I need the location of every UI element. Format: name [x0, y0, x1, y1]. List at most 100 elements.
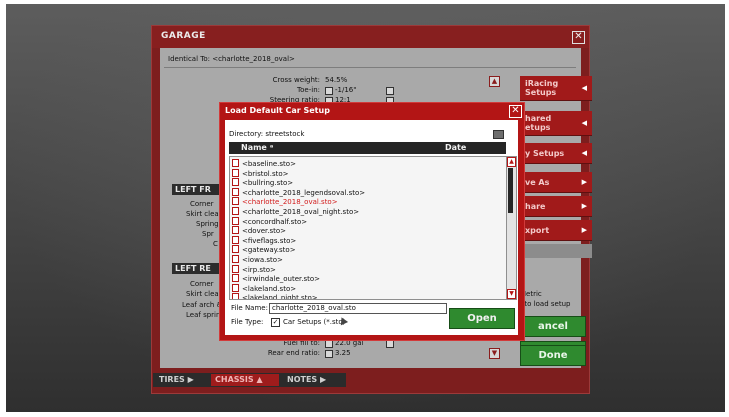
- shared-setups-button[interactable]: hared etups ◀: [520, 111, 592, 136]
- scroll-up-button[interactable]: ▲: [507, 157, 516, 167]
- file-list[interactable]: <baseline.sto> <bristol.sto> <bullring.sto…: [229, 156, 508, 300]
- lf-label-corner: Corner: [190, 200, 214, 208]
- export-button[interactable]: xport ▶: [520, 220, 592, 241]
- column-date-header[interactable]: Date: [445, 143, 466, 152]
- file-icon: [232, 168, 239, 177]
- setting-row-cross-weight: Cross weight: 54.5%: [160, 76, 420, 86]
- tab-chassis[interactable]: CHASSIS ▲: [211, 374, 279, 386]
- decrement-button[interactable]: [325, 87, 333, 95]
- arrow-right-icon: ▶: [581, 178, 587, 186]
- file-type-dropdown-icon[interactable]: ✓: [271, 318, 280, 327]
- file-list-item[interactable]: <bristol.sto>: [232, 168, 289, 179]
- my-setups-button[interactable]: y Setups ◀: [520, 143, 592, 164]
- setting-value: -1/16": [335, 86, 357, 94]
- garage-close-button[interactable]: ✕: [572, 31, 585, 44]
- file-type-label: File Type:: [231, 318, 264, 326]
- file-list-item[interactable]: <lakeland.sto>: [232, 283, 297, 294]
- button-label: hare: [525, 202, 546, 211]
- file-type-value[interactable]: Car Setups (*.sto): [283, 318, 345, 326]
- lr-label-leaf-arch: Leaf arch &: [182, 301, 223, 309]
- file-name-label: File Name:: [231, 304, 268, 312]
- file-icon: [232, 274, 239, 283]
- file-list-item[interactable]: <concordhalf.sto>: [232, 216, 308, 227]
- button-label: hared etups: [525, 114, 552, 132]
- lf-label-c: C: [213, 240, 218, 248]
- dialog-close-button[interactable]: ✕: [509, 105, 522, 118]
- file-name: <lakeland_night.sto>: [242, 294, 318, 300]
- file-name: <fiveflags.sto>: [242, 236, 297, 245]
- file-icon: [232, 197, 239, 206]
- scroll-down-button[interactable]: ▼: [507, 289, 516, 299]
- tab-tires[interactable]: TIRES ▶: [155, 374, 209, 386]
- iracing-setups-button[interactable]: iRacing Setups ◀: [520, 76, 592, 101]
- file-icon: [232, 187, 239, 196]
- share-button[interactable]: hare ▶: [520, 196, 592, 217]
- lr-label-skirt: Skirt clea: [186, 290, 219, 298]
- identical-to-bar: Identical To: <charlotte_2018_oval>: [164, 53, 576, 68]
- file-list-item[interactable]: <irwindale_outer.sto>: [232, 274, 320, 284]
- disabled-button: [520, 244, 592, 258]
- file-name: <charlotte_2018_oval.sto>: [242, 198, 338, 207]
- garage-tabs: TIRES ▶ CHASSIS ▲ NOTES ▶: [153, 373, 346, 387]
- file-name: <concordhalf.sto>: [242, 217, 308, 226]
- lf-label-spr: Spr: [202, 230, 214, 238]
- auto-load-setup-label: uto load setup: [520, 300, 571, 308]
- setting-label: Toe-in:: [297, 86, 320, 94]
- file-name: <irwindale_outer.sto>: [242, 275, 321, 284]
- file-icon: [232, 264, 239, 273]
- tab-notes[interactable]: NOTES ▶: [283, 374, 342, 386]
- file-name: <dover.sto>: [242, 227, 287, 236]
- file-list-header: Name ᵃ Date: [229, 142, 506, 154]
- file-name: <gateway.sto>: [242, 246, 296, 255]
- setting-label: Rear end ratio:: [267, 349, 320, 357]
- file-list-scrollbar[interactable]: ▲ ▼: [506, 156, 517, 300]
- file-list-item[interactable]: <dover.sto>: [232, 226, 286, 236]
- increment-button[interactable]: [386, 340, 394, 348]
- arrow-left-icon: ◀: [581, 149, 587, 157]
- file-list-item[interactable]: <baseline.sto>: [232, 159, 296, 169]
- file-list-item[interactable]: <irp.sto>: [232, 264, 276, 275]
- file-list-item[interactable]: <fiveflags.sto>: [232, 235, 297, 246]
- column-name-header[interactable]: Name ᵃ: [241, 143, 273, 152]
- mouse-cursor-icon: [337, 315, 349, 326]
- decrement-button[interactable]: [325, 340, 333, 348]
- lr-label-corner: Corner: [190, 280, 214, 288]
- screen: GARAGE ✕ Identical To: <charlotte_2018_o…: [0, 0, 729, 417]
- scrollbar-thumb[interactable]: [508, 168, 513, 213]
- file-list-item[interactable]: <iowa.sto>: [232, 255, 283, 265]
- dialog-title: Load Default Car Setup: [225, 106, 330, 115]
- file-name: <charlotte_2018_legendsoval.sto>: [242, 188, 366, 197]
- settings-scroll-up[interactable]: ▲: [489, 76, 500, 87]
- increment-button[interactable]: [386, 87, 394, 95]
- folder-icon[interactable]: [493, 130, 504, 139]
- file-list-item[interactable]: <charlotte_2018_oval_night.sto>: [232, 207, 359, 217]
- file-list-item[interactable]: <charlotte_2018_oval.sto>: [232, 197, 338, 207]
- setting-label: Cross weight:: [272, 76, 320, 84]
- settings-scroll-down[interactable]: ▼: [489, 348, 500, 359]
- button-label: xport: [525, 226, 550, 235]
- file-list-item[interactable]: <bullring.sto>: [232, 178, 293, 188]
- save-as-button[interactable]: ve As ▶: [520, 172, 592, 193]
- file-icon: [232, 226, 239, 235]
- file-icon: [232, 159, 239, 167]
- done-button[interactable]: Done: [520, 345, 586, 366]
- file-icon: [232, 245, 239, 254]
- open-button[interactable]: Open: [449, 308, 515, 329]
- file-name: <iowa.sto>: [242, 256, 283, 264]
- file-list-item[interactable]: <lakeland_night.sto>: [232, 293, 318, 300]
- file-icon: [232, 216, 239, 225]
- lr-label-leaf-spring: Leaf sprin: [186, 311, 221, 319]
- setting-value: 54.5%: [325, 76, 348, 84]
- file-name: <charlotte_2018_oval_night.sto>: [242, 208, 360, 216]
- cancel-button[interactable]: ancel: [520, 316, 586, 337]
- arrow-left-icon: ◀: [581, 119, 587, 127]
- file-name: <lakeland.sto>: [242, 284, 297, 293]
- file-name-input[interactable]: [269, 303, 447, 314]
- button-label: y Setups: [525, 149, 565, 158]
- load-setup-dialog: Load Default Car Setup ✕ Directory: stre…: [219, 102, 525, 341]
- decrement-button[interactable]: [325, 350, 333, 358]
- directory-label: Directory: streetstock: [229, 130, 305, 138]
- file-list-item[interactable]: <charlotte_2018_legendsoval.sto>: [232, 187, 366, 198]
- file-list-item[interactable]: <gateway.sto>: [232, 245, 296, 255]
- setting-value: 3.25: [335, 349, 351, 357]
